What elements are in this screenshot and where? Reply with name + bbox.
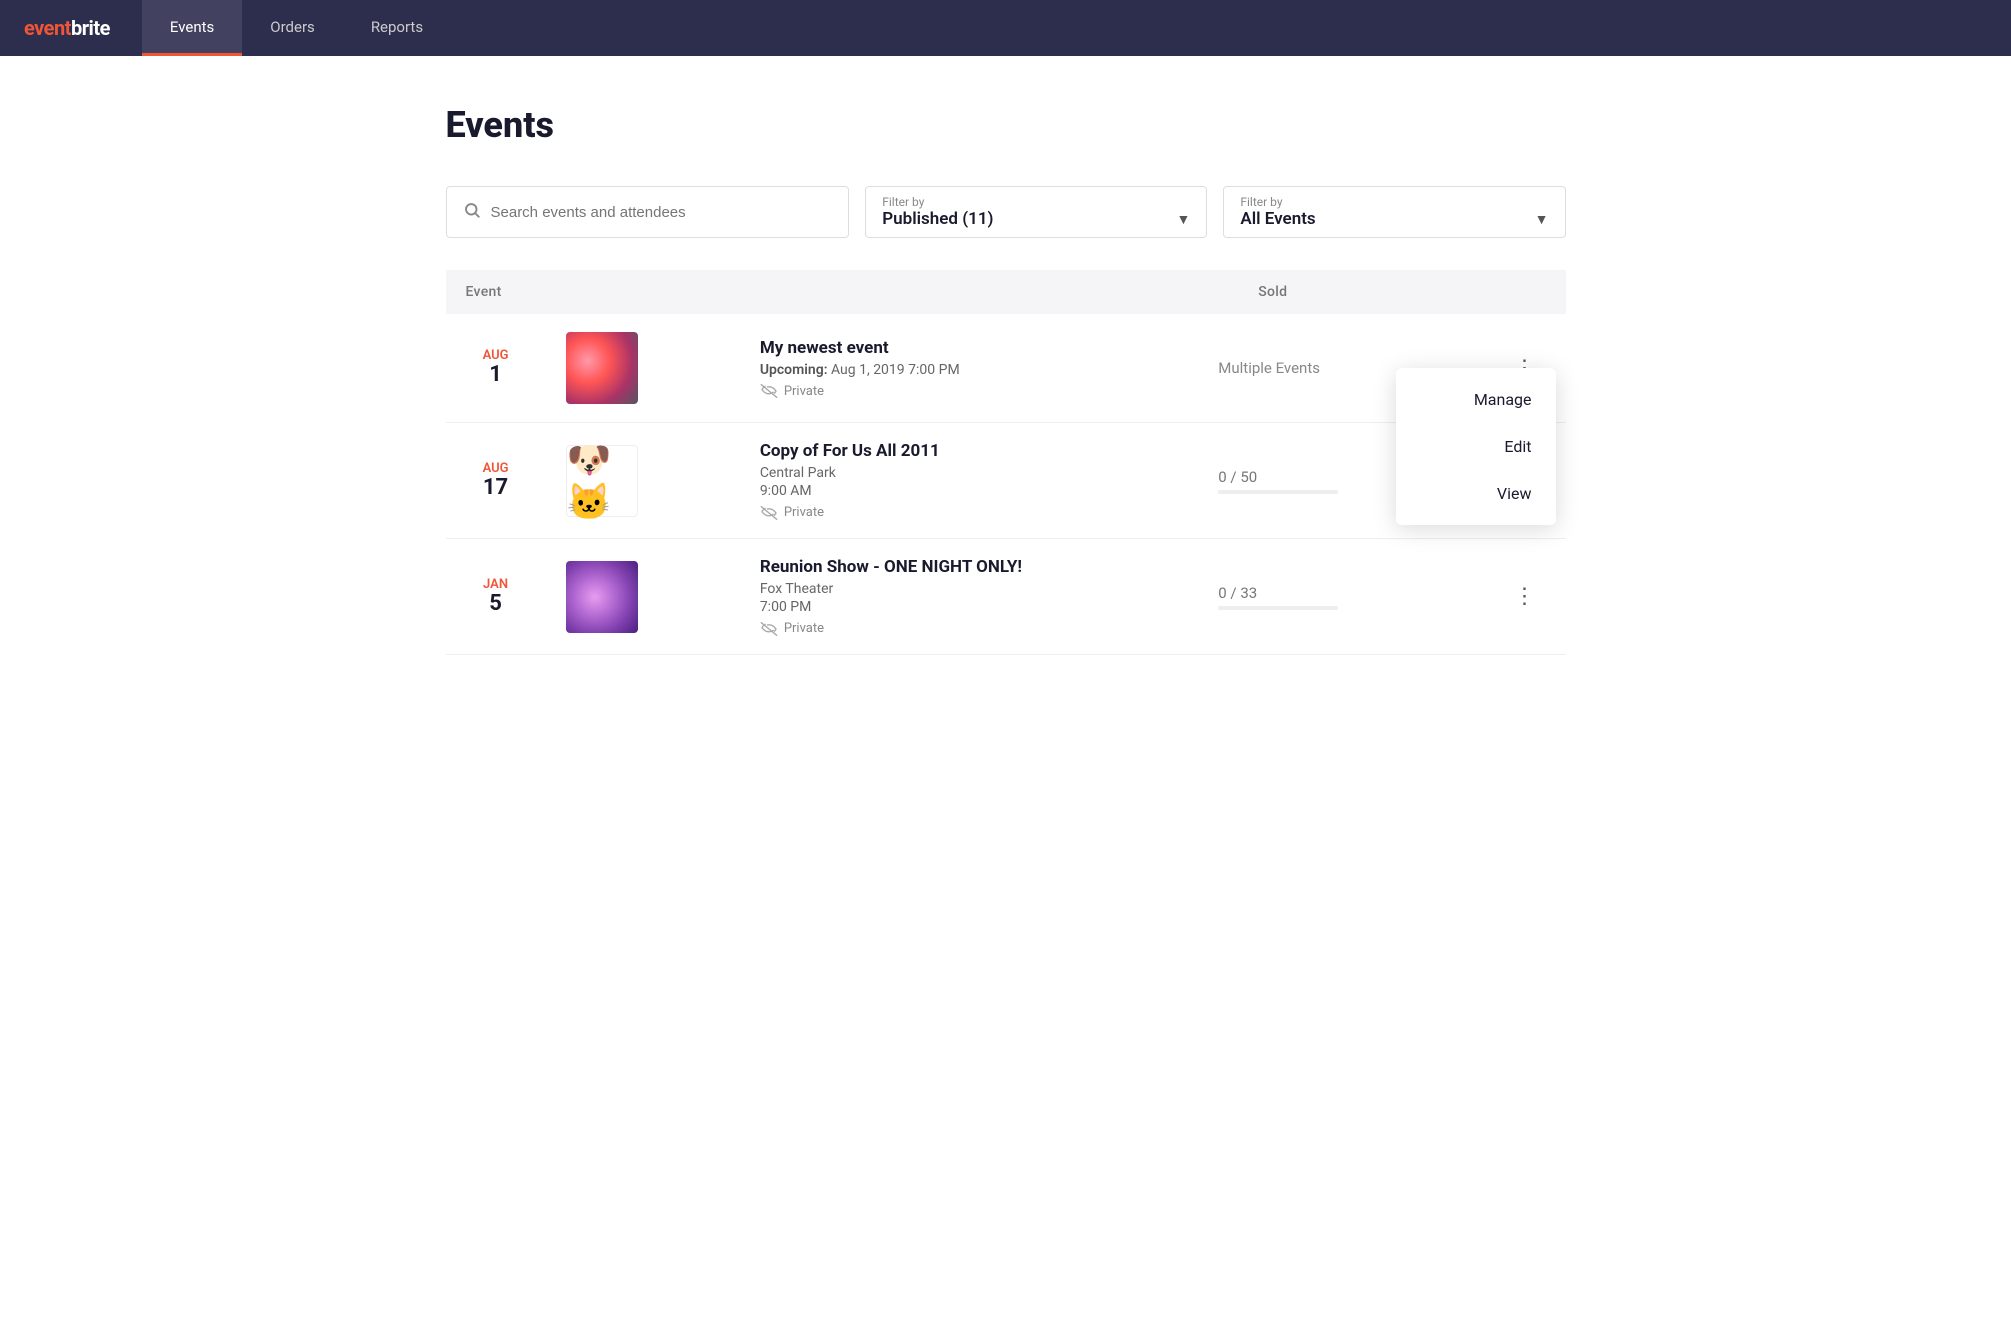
private-badge: Private (760, 505, 1178, 520)
event-month: Jan (466, 577, 526, 592)
event-day: 1 (466, 363, 526, 387)
event-image (566, 332, 638, 404)
event-day: 17 (466, 476, 526, 500)
nav-item-events[interactable]: Events (142, 0, 242, 56)
filter-events-label: Filter by (1240, 195, 1548, 209)
private-badge: Private (760, 621, 1178, 636)
filter-events-value: All Events ▼ (1240, 209, 1548, 229)
sold-bar (1218, 606, 1338, 610)
filter-events-dropdown[interactable]: Filter by All Events ▼ (1223, 186, 1565, 238)
event-day: 5 (466, 592, 526, 616)
table-row: Jan 5 Reunion Show - ONE NIGHT ONLY! Fox… (446, 539, 1566, 655)
event-info-cell: My newest event Upcoming: Aug 1, 2019 7:… (740, 314, 1198, 423)
event-location: Fox Theater (760, 581, 1178, 597)
event-month: Aug (466, 348, 526, 363)
col-event: Event (446, 270, 1199, 314)
menu-item-manage[interactable]: Manage (1396, 376, 1556, 423)
search-box[interactable] (446, 186, 850, 238)
chevron-down-icon: ▼ (1535, 211, 1549, 228)
event-name[interactable]: Reunion Show - ONE NIGHT ONLY! (760, 557, 1178, 577)
filter-published-value: Published (11) ▼ (882, 209, 1190, 229)
filter-published-dropdown[interactable]: Filter by Published (11) ▼ (865, 186, 1207, 238)
sold-bar (1218, 490, 1338, 494)
filters-row: Filter by Published (11) ▼ Filter by All… (446, 186, 1566, 238)
private-label: Private (784, 505, 824, 520)
events-tbody: Aug 1 My newest event Upcoming: Aug 1, 2… (446, 314, 1566, 655)
chevron-down-icon: ▼ (1177, 211, 1191, 228)
event-name[interactable]: Copy of For Us All 2011 (760, 441, 1178, 461)
event-date: Aug 17 (446, 423, 546, 539)
event-info-cell: Copy of For Us All 2011 Central Park 9:0… (740, 423, 1198, 539)
event-date: Aug 1 (446, 314, 546, 423)
event-month: Aug (466, 461, 526, 476)
event-image-cell (546, 314, 740, 423)
nav-items: Events Orders Reports (142, 0, 451, 56)
private-label: Private (784, 621, 824, 636)
logo: eventbrite (24, 16, 110, 40)
event-date: Jan 5 (446, 539, 546, 655)
col-sold: Sold (1198, 270, 1441, 314)
event-time: 7:00 PM (760, 599, 1178, 615)
event-info-cell: Reunion Show - ONE NIGHT ONLY! Fox Theat… (740, 539, 1198, 655)
top-nav: eventbrite Events Orders Reports (0, 0, 2011, 56)
actions-cell[interactable]: ⋮ (1441, 539, 1565, 655)
event-image (566, 561, 638, 633)
event-image-cell: 🐶🐱 (546, 423, 740, 539)
dropdown-menu: Manage Edit View (1396, 368, 1556, 525)
search-input[interactable] (491, 204, 833, 221)
actions-cell[interactable]: ⋮ Manage Edit View (1441, 314, 1565, 423)
table-row: Aug 1 My newest event Upcoming: Aug 1, 2… (446, 314, 1566, 423)
page-title: Events (446, 104, 1566, 146)
table-header: Event Sold (446, 270, 1566, 314)
menu-item-edit[interactable]: Edit (1396, 423, 1556, 470)
event-name[interactable]: My newest event (760, 338, 1178, 358)
event-location: Central Park (760, 465, 1178, 481)
sold-fraction: 0 / 33 (1218, 584, 1421, 602)
nav-item-orders[interactable]: Orders (242, 0, 343, 56)
nav-item-reports[interactable]: Reports (343, 0, 451, 56)
sold-value: 0 / 33 (1198, 539, 1441, 655)
sold-fraction: 0 / 50 (1218, 468, 1421, 486)
event-image: 🐶🐱 (566, 445, 638, 517)
events-table: Event Sold Aug 1 My newest event Upcomin… (446, 270, 1566, 655)
main-content: Events Filter by Published (11) ▼ Filter… (406, 56, 1606, 703)
private-badge: Private (760, 384, 1178, 399)
more-options-button[interactable]: ⋮ (1504, 578, 1546, 615)
event-image-cell (546, 539, 740, 655)
event-upcoming: Upcoming: Aug 1, 2019 7:00 PM (760, 362, 1178, 378)
search-icon (463, 201, 481, 224)
event-time: 9:00 AM (760, 483, 1178, 499)
menu-item-view[interactable]: View (1396, 470, 1556, 517)
private-label: Private (784, 384, 824, 399)
filter-published-label: Filter by (882, 195, 1190, 209)
